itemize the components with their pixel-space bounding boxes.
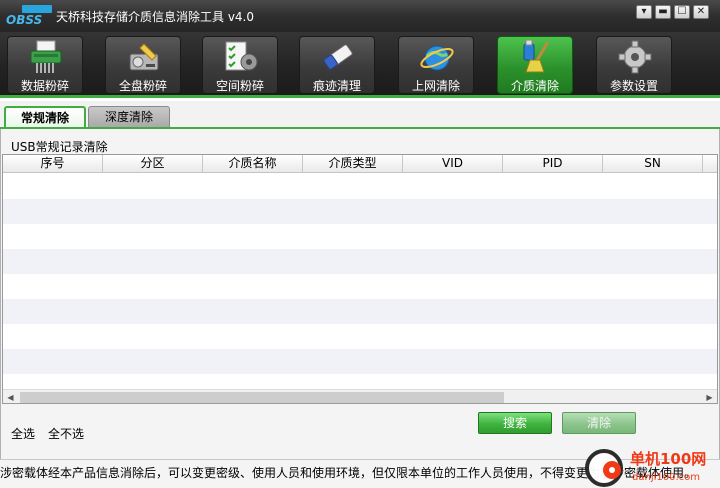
table-row	[3, 174, 717, 199]
logo-text: OBSS	[6, 13, 43, 27]
table-row	[3, 274, 717, 299]
tool-label: 全盘粉碎	[118, 79, 167, 93]
table-row	[3, 324, 717, 349]
tool-media-clean[interactable]: 介质清除	[497, 36, 573, 94]
tool-label: 数据粉碎	[20, 79, 69, 93]
tool-space-shred[interactable]: 空间粉碎	[202, 36, 278, 94]
column-header-sn[interactable]: SN	[603, 155, 703, 173]
column-header-media-type[interactable]: 介质类型	[303, 155, 403, 173]
watermark-text-bottom: danji100.com	[632, 472, 700, 483]
ie-globe-icon	[420, 45, 454, 71]
eraser-icon	[323, 44, 353, 70]
column-header-index[interactable]: 序号	[3, 155, 103, 173]
table-row	[3, 249, 717, 274]
maximize-button[interactable]: ☐	[674, 5, 690, 19]
clear-button[interactable]: 清除	[562, 412, 636, 434]
usb-record-table: 序号 分区 介质名称 介质类型 VID PID SN ◀ ▶	[2, 154, 718, 404]
scroll-left-arrow-icon[interactable]: ◀	[3, 390, 18, 403]
table-row	[3, 224, 717, 249]
scroll-thumb[interactable]	[20, 392, 504, 403]
tool-full-disk-shred[interactable]: 全盘粉碎	[105, 36, 181, 94]
table-body	[3, 174, 717, 374]
search-button[interactable]: 搜索	[478, 412, 552, 434]
shredder-icon	[30, 40, 62, 73]
close-button[interactable]: ✕	[693, 5, 709, 19]
table-row	[3, 349, 717, 374]
tool-settings[interactable]: 参数设置	[596, 36, 672, 94]
tab-normal-clean[interactable]: 常规清除	[4, 106, 86, 129]
select-none-link[interactable]: 全不选	[48, 425, 84, 442]
disk-shredder-icon	[129, 43, 159, 71]
usb-broom-icon	[523, 40, 550, 73]
app-logo: OBSS	[4, 5, 54, 27]
tab-strip: 深度清除 常规清除	[0, 101, 720, 129]
select-all-link[interactable]: 全选	[11, 425, 35, 442]
title-bar: OBSS 天桥科技存储介质信息消除工具 v4.0 ▾ ▬ ☐ ✕	[0, 0, 720, 32]
column-header-partition[interactable]: 分区	[103, 155, 203, 173]
table-header: 序号 分区 介质名称 介质类型 VID PID SN	[3, 155, 717, 173]
watermark-logo: 单机100网 danji100.com	[585, 449, 706, 487]
tool-label: 参数设置	[609, 79, 658, 93]
tool-trace-clean[interactable]: 痕迹清理	[299, 36, 375, 94]
tool-label: 空间粉碎	[215, 79, 264, 93]
tool-label: 痕迹清理	[312, 79, 361, 93]
column-header-media-name[interactable]: 介质名称	[203, 155, 303, 173]
horizontal-scrollbar[interactable]: ◀ ▶	[3, 389, 717, 403]
scroll-right-arrow-icon[interactable]: ▶	[702, 390, 717, 403]
menu-dropdown-button[interactable]: ▾	[636, 5, 652, 19]
tool-label: 介质清除	[510, 79, 559, 93]
tool-data-shred[interactable]: 数据粉碎	[7, 36, 83, 94]
minimize-button[interactable]: ▬	[655, 5, 671, 19]
window-title: 天桥科技存储介质信息消除工具 v4.0	[56, 10, 255, 24]
section-title: USB常规记录清除	[11, 140, 108, 154]
tool-internet-clean[interactable]: 上网清除	[398, 36, 474, 94]
table-row	[3, 199, 717, 224]
tool-label: 上网清除	[411, 79, 460, 93]
column-header-pid[interactable]: PID	[503, 155, 603, 173]
table-row	[3, 299, 717, 324]
gear-icon	[618, 40, 652, 74]
watermark-text-top: 单机100网	[630, 450, 706, 468]
main-toolbar: 数据粉碎 全盘粉碎 空间粉碎 痕迹清理 上网清除 介质清除 参数设置	[0, 32, 720, 98]
column-header-vid[interactable]: VID	[403, 155, 503, 173]
checklist-gear-icon	[225, 41, 258, 71]
tab-deep-clean[interactable]: 深度清除	[88, 106, 170, 128]
